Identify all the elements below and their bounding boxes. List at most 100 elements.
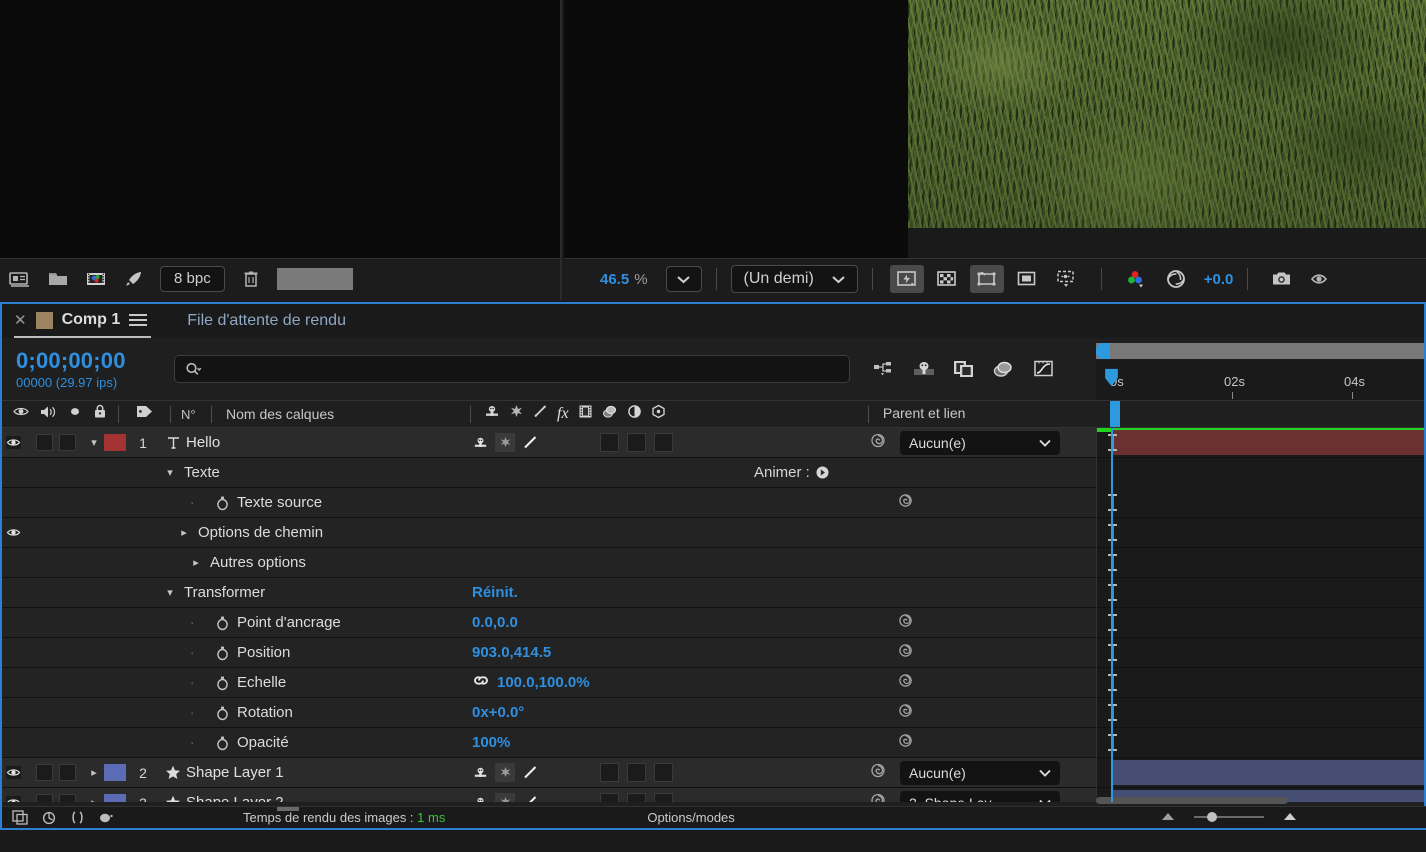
camera-icon[interactable] [1265,265,1299,293]
solo-toggle[interactable] [59,764,76,781]
panel-resize-grip[interactable] [277,807,299,811]
hide-shy-layers-icon[interactable] [952,358,976,380]
shy-icon[interactable] [470,763,490,782]
layer-duration-bar[interactable] [1111,760,1424,785]
collapse-transform-icon[interactable] [495,793,515,802]
gray-swatch[interactable] [277,268,353,290]
zoom-slider[interactable] [1194,810,1264,828]
property-value[interactable]: 0.0,0.0 [472,614,518,631]
zoom-out-icon[interactable] [1160,810,1176,828]
track-echelle[interactable] [1097,668,1424,698]
adjustment-layer-icon[interactable] [627,404,642,424]
solo-toggle[interactable] [59,434,76,451]
shy-icon[interactable] [470,793,490,802]
transparency-grid-icon[interactable] [930,265,964,293]
visibility-toggle[interactable] [2,766,24,779]
search-input[interactable] [174,355,850,383]
audio-toggle[interactable] [36,764,53,781]
expand-transformer-triangle[interactable]: ▾ [162,586,178,599]
stopwatch-icon[interactable] [212,705,232,721]
close-icon[interactable]: ✕ [14,311,27,329]
motion-blur-toggle[interactable] [654,793,673,802]
film-color-icon[interactable] [84,268,108,290]
expand-options-chemin-triangle[interactable]: ▸ [176,526,192,539]
collapse-transform-icon[interactable] [495,763,515,782]
aperture-icon[interactable] [1159,265,1193,293]
expand-layer-triangle[interactable]: ▾ [86,436,102,449]
audio-solo-toggles[interactable] [36,434,76,451]
motion-blur-icon[interactable] [41,810,57,825]
region-of-interest-icon[interactable] [970,265,1004,293]
timeline-track-area[interactable] [1096,428,1424,802]
parent-dropdown[interactable]: Aucun(e) [900,761,1060,785]
track-rotation[interactable] [1097,698,1424,728]
trash-icon[interactable] [239,268,263,290]
search-field[interactable] [208,361,797,377]
playhead-marker[interactable] [1104,368,1119,388]
ruler-ticks[interactable]: 0s 02s 04s [1096,360,1424,400]
column-parent-header[interactable]: Parent et lien [868,405,965,423]
quality-icon[interactable] [520,433,540,452]
column-layer-name-header[interactable]: Nom des calques [212,406,334,422]
audio-solo-toggles[interactable] [36,794,76,802]
keyframe-nav-icon[interactable] [898,733,914,753]
lock-icon[interactable] [93,404,107,424]
stopwatch-icon[interactable] [212,675,232,691]
track-transformer[interactable] [1097,578,1424,608]
track-texte[interactable] [1097,428,1424,458]
composition-viewer-middle[interactable] [564,0,908,258]
collapse-transform-icon[interactable] [495,433,515,452]
keyframe-nav-icon[interactable] [898,673,914,693]
toggle-switches-modes-icon[interactable] [12,810,29,825]
audio-solo-toggles[interactable] [36,764,76,781]
solo-toggle[interactable] [59,794,76,802]
expand-texte-triangle[interactable]: ▾ [162,466,178,479]
mask-shape-path-icon[interactable] [1050,265,1084,293]
draft-3d-icon[interactable] [912,358,936,380]
composition-mini-flowchart-icon[interactable] [872,358,896,380]
animate-label[interactable]: Animer : [754,464,829,481]
track-texte-source[interactable] [1097,488,1424,518]
proportional-grid-icon[interactable] [1010,265,1044,293]
audio-toggle[interactable] [36,794,53,802]
tab-comp-1[interactable]: ✕ Comp 1 [14,304,151,338]
track-position[interactable] [1097,638,1424,668]
constrain-proportions-icon[interactable] [472,674,490,692]
parent-dropdown[interactable]: 2. Shape Lay [900,791,1060,803]
layer-view-icon[interactable] [8,268,32,290]
parent-dropdown[interactable]: Aucun(e) [900,431,1060,455]
rgb-channels-icon[interactable] [1119,265,1153,293]
frame-blend-toggle[interactable] [627,793,646,802]
exposure-value[interactable]: +0.0 [1204,271,1234,288]
track-autres-options[interactable] [1097,548,1424,578]
3d-layer-icon[interactable] [651,404,666,424]
stopwatch-icon[interactable] [212,735,232,751]
property-value[interactable]: 0x+0.0° [472,704,524,721]
keyframe-nav-icon[interactable] [898,493,914,513]
property-value[interactable]: 100% [472,734,510,751]
timecode-value[interactable]: 0;00;00;00 [16,348,174,374]
speaker-icon[interactable] [40,405,57,424]
fast-previews-icon[interactable] [890,265,924,293]
zoom-level-value[interactable]: 46.5 [600,271,629,288]
track-options-chemin[interactable] [1097,518,1424,548]
comp-render-icon[interactable] [98,810,117,825]
eye-icon[interactable] [13,405,29,423]
label-color-swatch[interactable] [104,764,126,781]
track-opacite[interactable] [1097,728,1424,758]
visibility-toggle[interactable] [2,796,24,802]
eye-icon[interactable] [1305,265,1339,293]
property-value[interactable]: 903.0,414.5 [472,644,551,661]
quality-icon[interactable] [520,793,540,802]
stopwatch-icon[interactable] [212,495,232,511]
folder-icon[interactable] [46,268,70,290]
label-color-swatch[interactable] [104,794,126,802]
bit-depth-button[interactable]: 8 bpc [160,266,225,292]
quality-icon[interactable] [520,763,540,782]
timeline-ruler[interactable]: 0s 02s 04s [1096,338,1424,400]
reset-link[interactable]: Réinit. [472,584,518,601]
frame-blending-icon[interactable] [992,358,1016,380]
tab-render-queue[interactable]: File d'attente de rendu [187,312,346,330]
expand-layer-triangle[interactable]: ▸ [86,796,102,802]
frame-blend-icon[interactable] [578,404,593,424]
